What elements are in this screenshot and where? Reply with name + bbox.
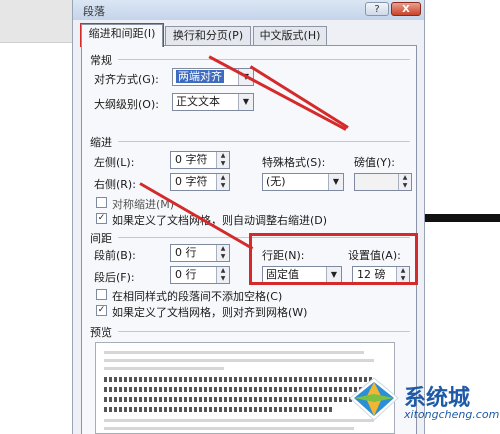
outline-level-value: 正文文本 [176, 95, 220, 108]
special-indent-select[interactable]: (无) ▼ [262, 173, 344, 191]
spin-up-icon[interactable]: ▲ [217, 152, 229, 160]
help-button[interactable]: ? [365, 2, 389, 16]
general-heading: 常规 [90, 54, 112, 67]
spin-up-icon[interactable]: ▲ [399, 174, 411, 182]
preview-line [104, 377, 374, 382]
special-indent-label: 特殊格式(S): [262, 156, 326, 169]
preview-line [104, 407, 334, 412]
indent-heading: 缩进 [90, 136, 112, 149]
chevron-down-icon[interactable]: ▼ [328, 174, 343, 190]
preview-line [104, 427, 354, 430]
special-indent-value: (无) [266, 175, 286, 188]
preview-line [104, 397, 374, 402]
chevron-down-icon[interactable]: ▼ [238, 94, 253, 110]
auto-adjust-indent-checkbox[interactable]: ✓ [96, 213, 107, 224]
snap-to-grid-label: 如果定义了文档网格，则对齐到网格(W) [112, 306, 308, 319]
space-after-value: 0 行 [175, 268, 197, 281]
auto-adjust-indent-label: 如果定义了文档网格，则自动调整右缩进(D) [112, 214, 328, 227]
close-button[interactable]: X [391, 2, 421, 16]
watermark-logo-icon [349, 377, 399, 421]
outline-level-label: 大纲级别(O): [94, 98, 159, 111]
spin-down-icon[interactable]: ▼ [217, 253, 229, 261]
left-indent-label: 左侧(L): [94, 156, 135, 169]
preview-line [104, 367, 224, 370]
tab-line-page-breaks[interactable]: 换行和分页(P) [165, 26, 251, 46]
spinner-buttons[interactable]: ▲ ▼ [216, 174, 229, 190]
dialog-titlebar[interactable]: 段落 ? X [73, 0, 424, 20]
preview-separator [118, 331, 410, 332]
space-before-value: 0 行 [175, 246, 197, 259]
no-space-same-style-checkbox[interactable] [96, 289, 107, 300]
document-background [0, 0, 72, 434]
preview-line [104, 387, 374, 392]
indent-by-spinner[interactable]: ▲ ▼ [354, 173, 412, 191]
spin-down-icon[interactable]: ▼ [217, 160, 229, 168]
watermark-url: xitongcheng.com [404, 408, 500, 421]
document-text-line [425, 214, 500, 222]
space-before-label: 段前(B): [94, 249, 136, 262]
spin-down-icon[interactable]: ▼ [399, 182, 411, 190]
highlight-box-line-spacing [249, 233, 418, 285]
document-page [0, 42, 72, 434]
right-indent-label: 右侧(R): [94, 178, 136, 191]
alignment-select[interactable]: 两端对齐 ▼ [172, 68, 254, 86]
general-separator [118, 59, 410, 60]
spin-down-icon[interactable]: ▼ [217, 182, 229, 190]
right-indent-spinner[interactable]: 0 字符 ▲ ▼ [170, 173, 230, 191]
mirror-indents-checkbox[interactable] [96, 197, 107, 208]
paragraph-dialog: 段落 ? X 缩进和间距(I) 换行和分页(P) 中文版式(H) 常规 对齐方式… [72, 0, 425, 434]
preview-heading: 预览 [90, 326, 112, 339]
indent-by-label: 磅值(Y): [354, 156, 396, 169]
no-space-same-style-label: 在相同样式的段落间不添加空格(C) [112, 290, 283, 303]
tab-indents-spacing[interactable]: 缩进和间距(I) [81, 24, 163, 47]
alignment-label: 对齐方式(G): [94, 73, 159, 86]
dialog-title: 段落 [83, 5, 105, 18]
left-indent-spinner[interactable]: 0 字符 ▲ ▼ [170, 151, 230, 169]
spinner-buttons[interactable]: ▲ ▼ [216, 245, 229, 261]
indent-separator [118, 141, 410, 142]
space-before-spinner[interactable]: 0 行 ▲ ▼ [170, 244, 230, 262]
spin-down-icon[interactable]: ▼ [217, 275, 229, 283]
preview-line [104, 351, 364, 354]
spacing-heading: 间距 [90, 232, 112, 245]
spin-up-icon[interactable]: ▲ [217, 174, 229, 182]
space-after-spinner[interactable]: 0 行 ▲ ▼ [170, 266, 230, 284]
spinner-buttons[interactable]: ▲ ▼ [216, 267, 229, 283]
right-indent-value: 0 字符 [175, 175, 208, 188]
spinner-buttons[interactable]: ▲ ▼ [216, 152, 229, 168]
preview-line [104, 419, 374, 422]
space-after-label: 段后(F): [94, 271, 135, 284]
spinner-buttons[interactable]: ▲ ▼ [398, 174, 411, 190]
snap-to-grid-checkbox[interactable]: ✓ [96, 305, 107, 316]
preview-line [104, 359, 374, 362]
alignment-value: 两端对齐 [176, 70, 224, 83]
outline-level-select[interactable]: 正文文本 ▼ [172, 93, 254, 111]
spin-up-icon[interactable]: ▲ [217, 245, 229, 253]
spin-up-icon[interactable]: ▲ [217, 267, 229, 275]
left-indent-value: 0 字符 [175, 153, 208, 166]
tab-asian-typography[interactable]: 中文版式(H) [253, 26, 327, 46]
